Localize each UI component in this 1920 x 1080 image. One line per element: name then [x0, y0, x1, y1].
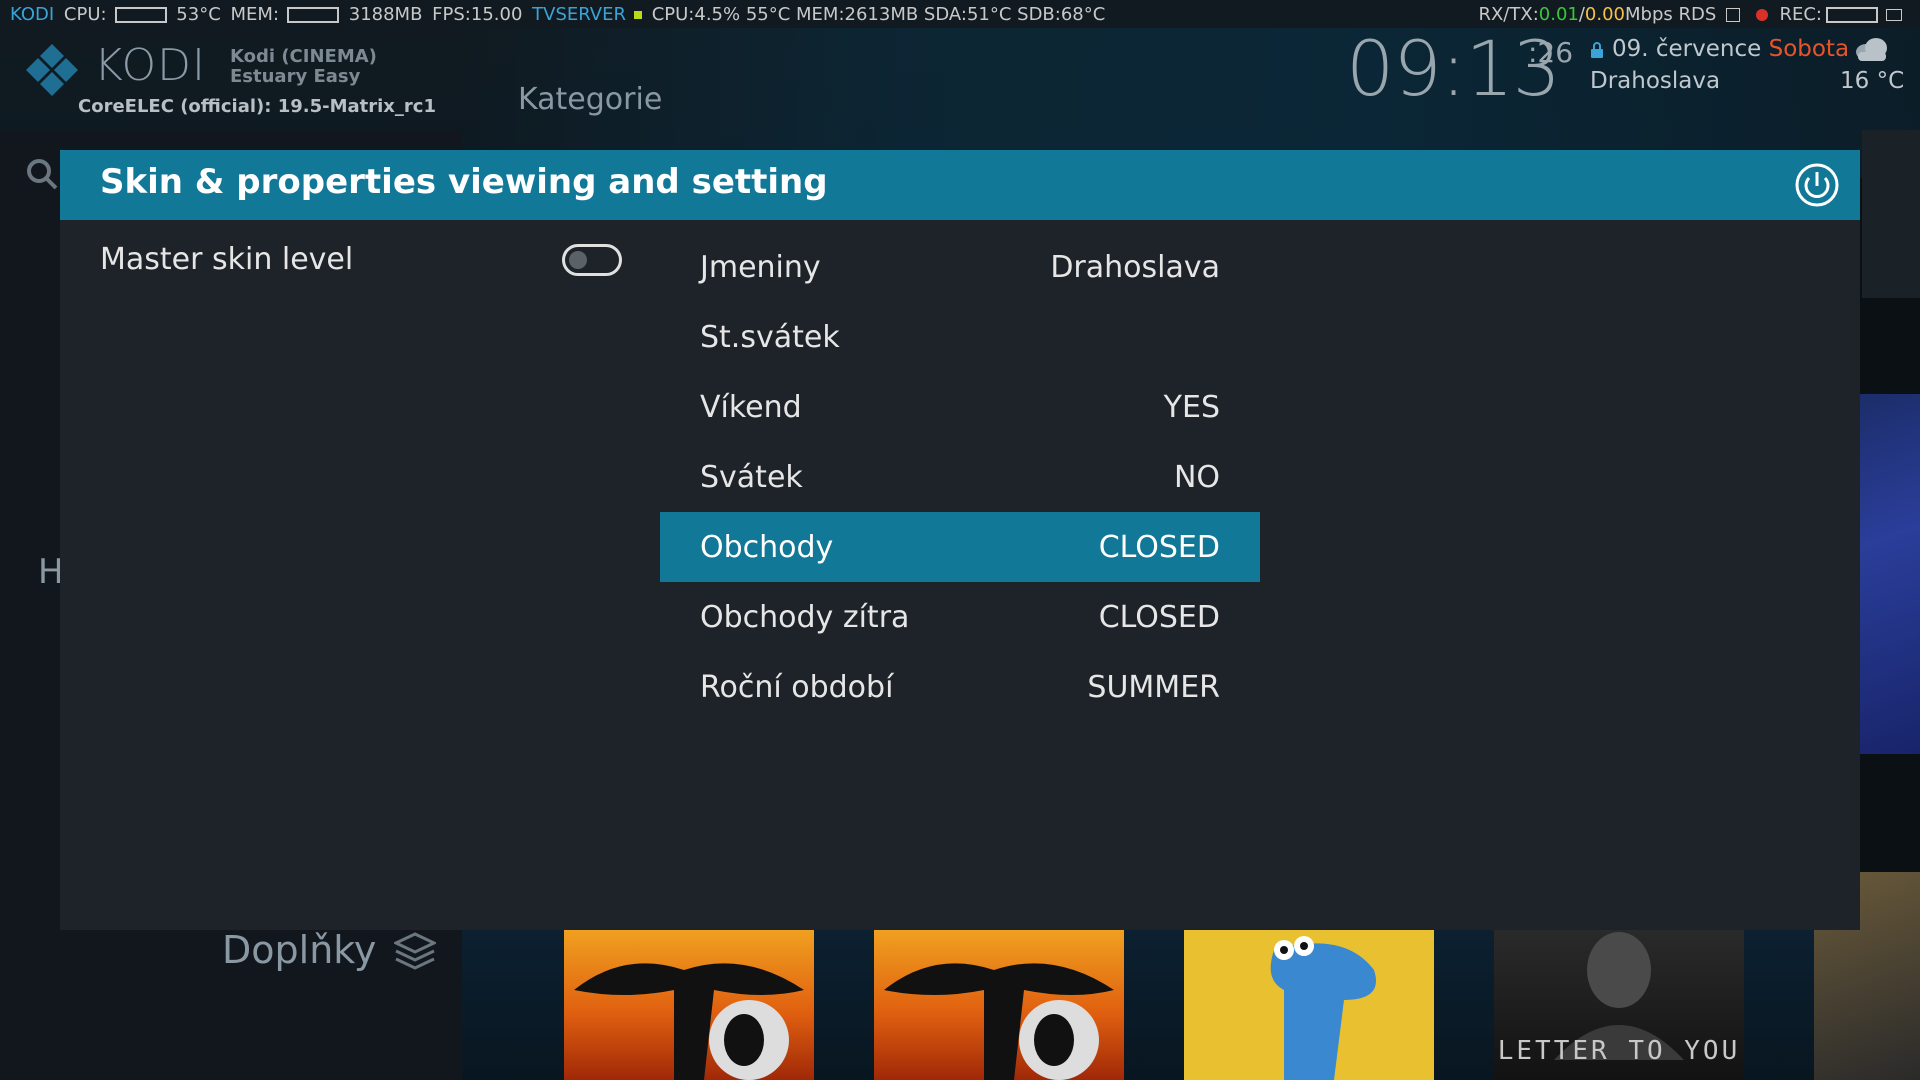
clock-seconds: :26 — [1528, 36, 1574, 69]
property-value: YES — [1163, 390, 1220, 425]
monitor-icon — [1886, 9, 1902, 21]
addons-label[interactable]: Doplňky — [222, 928, 376, 972]
skin-name: Estuary Easy — [230, 66, 361, 87]
right-artwork-top — [1862, 130, 1920, 298]
status-rec-label: REC: — [1779, 4, 1822, 25]
section-heading: Kategorie — [518, 82, 663, 117]
property-value: Drahoslava — [1050, 250, 1220, 285]
record-dot-icon — [1755, 9, 1768, 21]
status-rxtx-label: RX/TX: — [1478, 4, 1539, 25]
skin-properties-dialog: Skin & properties viewing and setting Ma… — [60, 150, 1860, 930]
build-version: CoreELEC (official): 19.5-Matrix_rc1 — [78, 96, 436, 117]
property-label: St.svátek — [700, 320, 840, 355]
status-mem-label: MEM: — [230, 4, 280, 25]
property-row[interactable]: Obchody CLOSED — [660, 512, 1260, 582]
property-label: Roční období — [700, 670, 894, 705]
toggle-knob — [569, 251, 587, 269]
temperature: 16 °C — [1840, 68, 1905, 94]
addon-tile[interactable] — [874, 930, 1124, 1080]
status-tx: 0.00 — [1584, 4, 1625, 25]
dialog-header: Skin & properties viewing and setting — [60, 150, 1860, 220]
kodi-logo-icon — [26, 44, 78, 96]
addon-tile[interactable] — [1184, 930, 1434, 1080]
property-row[interactable]: Víkend YES — [660, 372, 1260, 442]
server-status-icon — [633, 11, 642, 19]
album-tile[interactable]: LETTER TO YOU — [1494, 930, 1744, 1080]
property-row[interactable]: Svátek NO — [660, 442, 1260, 512]
property-row[interactable]: Obchody zítra CLOSED — [660, 582, 1260, 652]
cpu-usage-bar — [114, 7, 167, 23]
search-icon[interactable] — [26, 158, 58, 190]
master-skin-level-toggle[interactable] — [562, 244, 622, 276]
close-power-button[interactable] — [1794, 162, 1840, 208]
dialog-title: Skin & properties viewing and setting — [100, 162, 828, 202]
tree-artwork-icon — [574, 963, 804, 1080]
network-status-bar: RX/TX:0.01/0.00Mbps RDS REC: — [1478, 4, 1906, 25]
date-text: 09. července — [1612, 36, 1762, 62]
day-of-week: Sobota — [1768, 36, 1850, 62]
property-value: SUMMER — [1087, 670, 1220, 705]
property-row[interactable]: Roční období SUMMER — [660, 652, 1260, 722]
addon-box-icon — [394, 932, 436, 970]
status-cpu-label: CPU: — [63, 4, 107, 25]
status-mem-value: 3188MB — [348, 4, 423, 25]
mem-usage-bar — [287, 7, 340, 23]
nameday-text: Drahoslava — [1590, 68, 1721, 94]
status-fps: FPS:15.00 — [432, 4, 523, 25]
master-skin-level-label: Master skin level — [100, 242, 354, 277]
property-value: CLOSED — [1098, 600, 1220, 635]
status-rx: 0.01 — [1538, 4, 1579, 25]
kodi-wordmark: KODI — [94, 40, 206, 91]
tree-artwork-icon — [884, 963, 1114, 1080]
rec-usage-bar — [1826, 7, 1878, 23]
status-cpu-temp: 53°C — [176, 4, 221, 25]
right-poster[interactable] — [1860, 394, 1920, 754]
cartoon-artwork-icon — [1270, 936, 1376, 1080]
status-server: TVSERVER — [532, 4, 626, 25]
addon-tile[interactable] — [564, 930, 814, 1080]
date-line: 09. července Sobota — [1590, 36, 1849, 62]
property-label: Svátek — [700, 460, 803, 495]
property-row[interactable]: St.svátek — [660, 302, 1260, 372]
property-label: Obchody — [700, 530, 834, 565]
rds-checkbox-icon — [1726, 8, 1741, 22]
property-label: Víkend — [700, 390, 802, 425]
album-title: LETTER TO YOU — [1497, 1036, 1741, 1066]
property-label: Obchody zítra — [700, 600, 910, 635]
property-row[interactable]: Jmeniny Drahoslava — [660, 232, 1260, 302]
system-status-bar: KODI CPU: 53°C MEM: 3188MB FPS:15.00 TVS… — [10, 4, 1109, 26]
status-rx-unit: Mbps RDS — [1625, 4, 1717, 25]
status-app: KODI — [10, 4, 55, 25]
status-server-stats: CPU:4.5% 55°C MEM:2613MB SDA:51°C SDB:68… — [651, 4, 1106, 25]
property-value: NO — [1173, 460, 1220, 495]
cloud-icon — [1856, 38, 1887, 61]
properties-list: Jmeniny Drahoslava St.svátek Víkend YES Sváte… — [660, 232, 1260, 722]
profile-name: Kodi (CINEMA) — [230, 46, 377, 67]
property-value: CLOSED — [1098, 530, 1220, 565]
property-label: Jmeniny — [700, 250, 821, 285]
